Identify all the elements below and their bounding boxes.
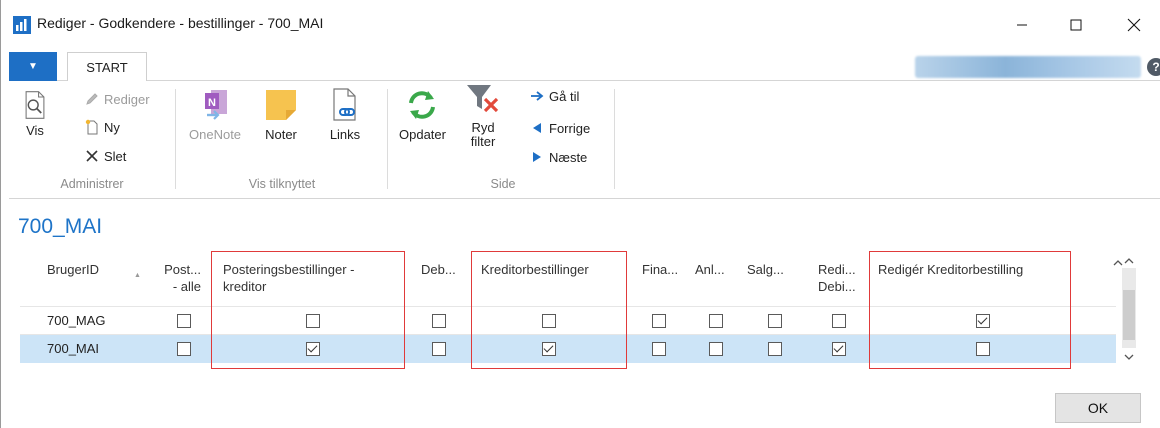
link-document-icon <box>333 88 356 121</box>
pencil-icon <box>84 91 100 107</box>
group-divider <box>175 89 176 189</box>
checkbox-salg[interactable] <box>768 314 782 328</box>
chevron-down-icon: ▼ <box>28 61 38 72</box>
column-label: Salg... <box>747 262 784 277</box>
vertical-scrollbar[interactable] <box>1116 250 1142 368</box>
group-label-vis-tilknyttet: Vis tilknyttet <box>248 177 316 191</box>
forrige-button[interactable]: Forrige <box>529 119 590 137</box>
ny-label: Ny <box>104 119 120 135</box>
ga-til-button[interactable]: Gå til <box>529 87 579 105</box>
highlight-box-kreditorbestillinger <box>471 251 627 369</box>
ryd-filter-label-1: Ryd <box>471 120 495 135</box>
highlight-box-rediger-kreditorbestilling <box>869 251 1071 369</box>
tab-start[interactable]: START <box>67 52 147 82</box>
naeste-button[interactable]: Næste <box>529 148 587 166</box>
slet-button[interactable]: Slet <box>84 147 126 165</box>
checkbox-fina[interactable] <box>652 314 666 328</box>
checkbox-anl[interactable] <box>709 314 723 328</box>
collapse-up-icon[interactable] <box>1113 255 1123 266</box>
title-bar: Rediger - Godkendere - bestillinger - 70… <box>1 0 1160 48</box>
checkbox-post-alle[interactable] <box>177 314 191 328</box>
naeste-label: Næste <box>549 149 588 165</box>
vis-label: Vis <box>26 123 44 138</box>
forrige-label: Forrige <box>549 120 591 136</box>
group-divider <box>614 89 615 189</box>
arrow-right-icon <box>529 88 545 104</box>
onenote-button[interactable]: N OneNote <box>189 87 241 142</box>
rediger-button[interactable]: Rediger <box>84 90 150 108</box>
ryd-filter-button[interactable]: Ryd filter <box>465 81 501 149</box>
scroll-down-icon[interactable] <box>1122 350 1136 364</box>
column-label: BrugerID <box>47 262 100 277</box>
checkbox-deb[interactable] <box>432 342 446 356</box>
ribbon-panel: Vis Rediger Ny Slet Administrer N OneNot… <box>9 81 1160 199</box>
noter-button[interactable]: Noter <box>263 87 299 142</box>
scroll-track[interactable] <box>1122 268 1136 348</box>
group-divider <box>387 89 388 189</box>
rediger-label: Rediger <box>104 91 150 107</box>
opdater-button[interactable]: Opdater <box>399 87 446 142</box>
ok-button[interactable]: OK <box>1055 393 1141 423</box>
ny-button[interactable]: Ny <box>84 118 120 136</box>
svg-text:N: N <box>208 97 216 109</box>
delete-x-icon <box>84 148 100 164</box>
scroll-up-icon[interactable] <box>1122 254 1136 268</box>
checkbox-redi-debi[interactable] <box>832 314 846 328</box>
help-icon[interactable]: ? <box>1147 58 1160 76</box>
column-label: Post... <box>164 262 201 277</box>
window-title: Rediger - Godkendere - bestillinger - 70… <box>37 15 324 31</box>
column-label: Deb... <box>421 262 456 277</box>
minimize-button[interactable] <box>999 8 1045 42</box>
ryd-filter-label-2: filter <box>470 134 496 149</box>
checkbox-salg[interactable] <box>768 342 782 356</box>
ribbon-tabs: ▼ START ? <box>9 52 1160 82</box>
checkbox-anl[interactable] <box>709 342 723 356</box>
dialog-window: Rediger - Godkendere - bestillinger - 70… <box>0 0 1160 428</box>
onenote-icon: N <box>205 90 228 120</box>
triangle-right-icon <box>529 149 545 165</box>
highlight-box-posteringsbestillinger <box>211 251 405 369</box>
scroll-thumb[interactable] <box>1123 290 1135 340</box>
onenote-label: OneNote <box>189 127 242 142</box>
slet-label: Slet <box>104 148 127 164</box>
group-label-side: Side <box>490 177 516 191</box>
column-label: Debi... <box>818 279 856 294</box>
triangle-left-icon <box>529 120 545 136</box>
note-icon <box>266 90 296 120</box>
column-label: Anl... <box>695 262 725 277</box>
vis-button[interactable]: Vis <box>19 87 51 138</box>
ga-til-label: Gå til <box>549 88 580 104</box>
new-document-icon <box>84 119 100 135</box>
column-label: Fina... <box>642 262 679 277</box>
checkbox-redi-debi[interactable] <box>832 342 846 356</box>
checkbox-post-alle[interactable] <box>177 342 191 356</box>
opdater-label: Opdater <box>399 127 446 142</box>
links-label: Links <box>329 127 361 142</box>
refresh-icon <box>409 91 436 119</box>
links-button[interactable]: Links <box>327 87 363 142</box>
clear-filter-icon <box>467 85 499 113</box>
column-label: - alle <box>172 279 201 294</box>
cell-brugerid: 700_MAG <box>47 313 106 328</box>
app-icon <box>13 16 31 34</box>
maximize-button[interactable] <box>1053 8 1099 42</box>
noter-label: Noter <box>265 127 297 142</box>
column-label: Redi... <box>818 262 856 277</box>
checkbox-fina[interactable] <box>652 342 666 356</box>
cell-brugerid: 700_MAI <box>47 341 100 356</box>
file-menu-tab[interactable]: ▼ <box>9 52 57 81</box>
checkbox-deb[interactable] <box>432 314 446 328</box>
user-info-redacted <box>915 56 1141 78</box>
page-title: 700_MAI <box>18 215 103 238</box>
view-icon <box>25 91 45 119</box>
group-label-administrer: Administrer <box>60 177 124 191</box>
close-button[interactable] <box>1111 8 1157 42</box>
